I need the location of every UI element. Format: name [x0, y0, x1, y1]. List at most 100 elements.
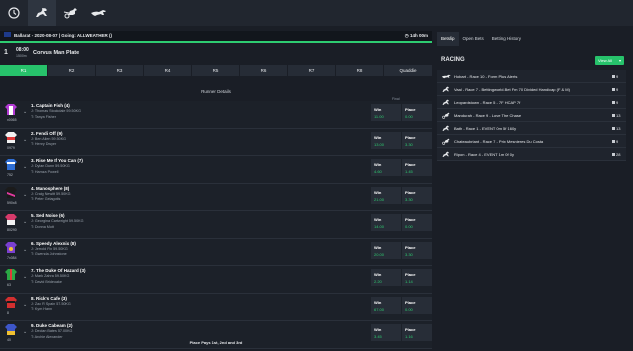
tab-race-4[interactable]: R4 [144, 65, 191, 76]
win-label: Win [374, 162, 382, 167]
countdown-text: 14h 00m [409, 33, 428, 38]
place-odds-button[interactable]: Place 1.16 [402, 324, 432, 341]
greyhound-icon[interactable] [85, 0, 113, 26]
tab-race-7[interactable]: R7 [288, 65, 335, 76]
place-label: Place [405, 299, 416, 305]
runner-name: 7. The Duke Of Hazard (3) [31, 268, 86, 273]
meeting-info-bar: Ballarat - 2020-08-07 | Going: ALLWEATHE… [0, 31, 432, 41]
runners-icon [612, 140, 615, 144]
runner-row[interactable]: 752 ⌄ 3. Rise Me If You Can (7) J: Dylan… [0, 156, 432, 184]
tab-betslip[interactable]: Betslip [437, 32, 459, 46]
chevron-down-icon[interactable]: ⌄ [23, 192, 27, 198]
race-time: 08:00 [16, 47, 29, 53]
racing-list-item[interactable]: Hobart - Race 10 - Form Plus Alerts 9 [437, 70, 626, 83]
runner-row[interactable]: 8 ⌄ 8. Rick's Cafe (3) J: Zac R Spain 57… [0, 293, 432, 321]
runner-name: 2. Fendi Off (9) [31, 130, 63, 136]
tab-race-2[interactable]: R2 [48, 65, 95, 76]
runner-name: 5. Sed Noise (6) [31, 213, 65, 218]
place-odds-button[interactable]: Place 3.30 [402, 241, 432, 259]
runner-row[interactable]: 0979 ⌄ 2. Fendi Off (9) J: Ben Allen 59.… [0, 128, 432, 156]
racing-list-item[interactable]: Chateaubriant - Race 7 - Prix Mesnieres … [437, 135, 626, 148]
win-odds-button[interactable]: Win 4.60 [371, 159, 401, 176]
race-distance: 1500m [16, 54, 27, 58]
place-odds-button[interactable]: Place 3.30 [402, 186, 432, 204]
clock-icon[interactable] [0, 0, 28, 26]
racing-list-item[interactable]: Mandurah - Race 9 - Love The Chase 13 [437, 109, 626, 122]
runner-row[interactable]: 590x8 ⌄ 4. Manosphere (8) J: Craig Newit… [0, 183, 432, 211]
win-odds-button[interactable]: Win 20.00 [371, 241, 401, 259]
racing-title: RACING [441, 57, 465, 63]
win-odds: 14.00 [374, 224, 385, 229]
runner-count-text: 9 [616, 139, 619, 144]
runner-count-text: 9 [616, 87, 619, 92]
win-odds-button[interactable]: Win 2.20 [371, 269, 401, 286]
chevron-down-icon: ▾ [618, 58, 621, 63]
place-odds-button[interactable]: Place 1.45 [402, 159, 432, 176]
chevron-down-icon[interactable]: ⌄ [23, 274, 27, 280]
app-root: Ballarat - 2020-08-07 | Going: ALLWEATHE… [0, 0, 633, 351]
racing-item-label: Leopardstown - Race 5 - 7F HCAP 7f [454, 100, 521, 105]
harness-racing-icon [442, 112, 450, 119]
view-all-dropdown[interactable]: View All ▾ [595, 56, 624, 65]
win-odds: 13.00 [374, 141, 385, 147]
place-odds: 0.00 [405, 224, 413, 229]
horse-racing-icon [442, 125, 449, 131]
chevron-down-icon[interactable]: ⌄ [23, 247, 27, 253]
chevron-down-icon[interactable]: ⌄ [23, 329, 27, 335]
racing-list-item[interactable]: Vaal - Race 7 - Bettingworld.Bet Fm 70 D… [437, 83, 626, 96]
tab-race-3[interactable]: R3 [96, 65, 143, 76]
racing-list-item[interactable]: Leopardstown - Race 5 - 7F HCAP 7f 9 [437, 96, 626, 109]
chevron-down-icon[interactable]: ⌄ [23, 164, 27, 170]
win-odds-button[interactable]: Win 14.00 [371, 214, 401, 231]
racing-item-label: Vaal - Race 7 - Bettingworld.Bet Fm 70 D… [454, 87, 570, 92]
chevron-down-icon[interactable]: ⌄ [23, 109, 27, 115]
meeting-text: Ballarat - 2020-08-07 | Going: ALLWEATHE… [14, 33, 113, 38]
tab-quaddie[interactable]: Quaddie [384, 65, 432, 76]
racing-panel: RACING View All ▾ Hobart - Race 10 - Form… [437, 54, 626, 169]
race-progress-fill [0, 41, 432, 43]
win-odds-button[interactable]: Win 21.00 [371, 186, 401, 204]
runner-row[interactable]: x0065 ⌄ 1. Captain Fish (4) J: Thomas St… [0, 101, 432, 129]
runner-row[interactable]: 63 ⌄ 7. The Duke Of Hazard (3) J: Mark Z… [0, 266, 432, 294]
runner-name: 1. Captain Fish (4) [31, 103, 70, 108]
place-odds: 3.30 [405, 196, 413, 202]
place-odds: 1.16 [405, 334, 413, 339]
place-odds: 1.45 [405, 169, 413, 174]
race-progress-bar [0, 41, 432, 43]
runner-count: 13 [612, 126, 620, 131]
place-odds-button[interactable]: Place 0.00 [402, 296, 432, 314]
place-odds-button[interactable]: Place 3.30 [402, 131, 432, 149]
tab-betting-history[interactable]: Betting History [488, 32, 525, 46]
place-odds-button[interactable]: Place 1.14 [402, 269, 432, 286]
place-odds-button[interactable]: Place 0.00 [402, 104, 432, 121]
runner-name: 4. Manosphere (8) [31, 185, 70, 191]
win-odds: 3.45 [374, 334, 382, 339]
chevron-down-icon[interactable]: ⌄ [23, 302, 27, 308]
win-odds-button[interactable]: Win 67.00 [371, 296, 401, 314]
racing-list-item[interactable]: Bath - Race 1 - EVENT 0m 5f 160y 13 [437, 122, 626, 135]
chevron-down-icon[interactable]: ⌄ [23, 137, 27, 143]
horse-racing-icon [442, 99, 449, 105]
runner-row[interactable]: 7x084 ⌄ 6. Speedy Alexnix (8) J: Jerrold… [0, 238, 432, 266]
tab-open-bets[interactable]: Open Bets [459, 32, 488, 46]
racing-list-item[interactable]: Ripon - Race 4 - EVENT 1m 0f 0y 28 [437, 148, 626, 161]
runners-icon [612, 114, 615, 118]
runner-name: 9. Duke Cabeam (2) [31, 323, 73, 328]
tab-race-5[interactable]: R5 [192, 65, 239, 76]
tab-race-8[interactable]: R8 [336, 65, 383, 76]
runner-count: 9 [612, 139, 618, 144]
runner-jockey: J: Craig Newitt 59.50KG [31, 191, 71, 196]
tab-race-1[interactable]: R1 [0, 65, 47, 76]
runners-icon [612, 127, 615, 131]
harness-racing-icon[interactable] [57, 0, 85, 26]
runner-trainer: T: Archie Alexander [31, 334, 63, 339]
win-odds-button[interactable]: Win 11.00 [371, 104, 401, 121]
horse-racing-icon[interactable] [28, 0, 56, 26]
runner-row[interactable]: 80290 ⌄ 5. Sed Noise (6) J: Georgina Car… [0, 211, 432, 239]
win-odds-button[interactable]: Win 3.45 [371, 324, 401, 341]
win-odds-button[interactable]: Win 13.00 [371, 131, 401, 149]
tab-race-6[interactable]: R6 [240, 65, 287, 76]
runner-trainer: T: Hamza Powell [31, 169, 59, 174]
place-odds-button[interactable]: Place 0.00 [402, 214, 432, 231]
chevron-down-icon[interactable]: ⌄ [23, 219, 27, 225]
